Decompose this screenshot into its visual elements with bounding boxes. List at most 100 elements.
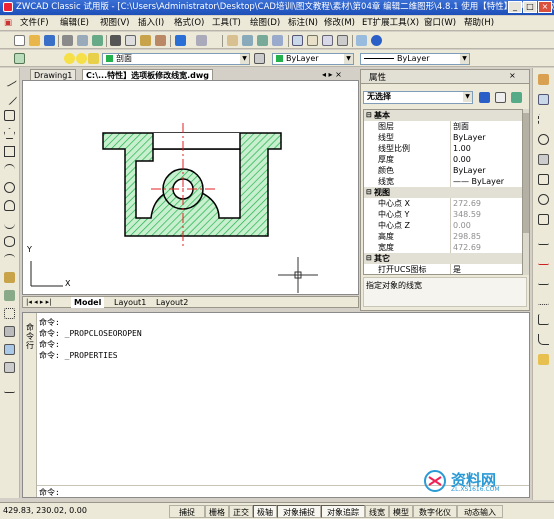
quick-select-icon[interactable]	[511, 92, 522, 103]
menu-dimension[interactable]: 标注(N)	[288, 17, 318, 30]
property-row[interactable]: 中心点 X 272.69	[364, 198, 522, 209]
select-objects-icon[interactable]	[495, 92, 506, 103]
line-icon[interactable]	[1, 71, 18, 88]
break-icon[interactable]	[538, 294, 549, 305]
cut-icon[interactable]	[110, 35, 121, 46]
property-row[interactable]: 中心点 Z 0.00	[364, 220, 522, 231]
new-icon[interactable]	[14, 35, 25, 46]
rectangle-icon[interactable]	[4, 146, 15, 157]
hatch-icon[interactable]	[4, 326, 15, 337]
fillet-icon[interactable]	[538, 334, 549, 345]
zoom-previous-icon[interactable]	[272, 35, 283, 46]
polygon-icon[interactable]	[4, 128, 15, 139]
menu-edit[interactable]: 编辑(E)	[60, 17, 89, 30]
maximize-icon[interactable]: □	[523, 1, 537, 13]
property-row[interactable]: 颜色 ByLayer	[364, 165, 522, 176]
polar-button[interactable]: 极轴	[253, 505, 277, 518]
osnap-button[interactable]: 对象捕捉	[277, 505, 321, 518]
chevron-down-icon[interactable]: ▼	[463, 92, 472, 102]
region-icon[interactable]	[4, 344, 15, 355]
pan-icon[interactable]	[227, 35, 238, 46]
array-icon[interactable]	[538, 154, 549, 165]
property-scrollbar[interactable]	[523, 109, 529, 275]
property-value[interactable]: ByLayer	[450, 132, 522, 143]
arc-icon[interactable]	[4, 164, 15, 175]
tab-layout1[interactable]: Layout1	[111, 297, 149, 308]
design-center-icon[interactable]	[307, 35, 318, 46]
snap-button[interactable]: 捕捉	[169, 505, 205, 518]
menu-modify[interactable]: 修改(M)	[324, 17, 355, 30]
menu-et-tools[interactable]: ET扩展工具(X)	[362, 17, 419, 30]
menu-view[interactable]: 视图(V)	[100, 17, 129, 30]
property-row[interactable]: 厚度 0.00	[364, 154, 522, 165]
lineweight-button[interactable]: 线宽	[365, 505, 389, 518]
tablet-button[interactable]: 数字化仪	[413, 505, 457, 518]
insert-block-icon[interactable]	[4, 272, 15, 283]
chevron-down-icon[interactable]: ▼	[240, 54, 249, 64]
spline-icon[interactable]	[4, 218, 15, 229]
menu-window[interactable]: 窗口(W)	[424, 17, 456, 30]
tab-layout2[interactable]: Layout2	[153, 297, 191, 308]
scale-icon[interactable]	[538, 214, 549, 225]
property-row[interactable]: 宽度 472.69	[364, 242, 522, 253]
property-category[interactable]: ⊟ 基本	[364, 110, 522, 121]
palette-close-icon[interactable]: ×	[509, 71, 516, 80]
zoom-realtime-icon[interactable]	[242, 35, 253, 46]
construction-line-icon[interactable]	[1, 89, 18, 106]
property-value[interactable]: 1.00	[450, 143, 522, 154]
command-window-grip[interactable]: 命令行	[23, 313, 37, 497]
menu-help[interactable]: 帮助(H)	[464, 17, 494, 30]
property-row[interactable]: 线宽 —— ByLayer	[364, 176, 522, 187]
property-value[interactable]: 298.85	[450, 231, 522, 242]
property-value[interactable]: 272.69	[450, 198, 522, 209]
dynamic-input-button[interactable]: 动态输入	[457, 505, 503, 518]
layer-manager-icon[interactable]	[14, 53, 25, 64]
close-icon[interactable]: ×	[538, 1, 552, 13]
toggle-pickadd-icon[interactable]	[479, 92, 490, 103]
match-properties-icon[interactable]	[155, 35, 166, 46]
tab-scroll-arrows[interactable]: ◂ ▸ ×	[322, 70, 342, 79]
publish-icon[interactable]	[92, 35, 103, 46]
chevron-down-icon[interactable]: ▼	[460, 54, 469, 64]
help-icon[interactable]	[371, 35, 382, 46]
make-block-icon[interactable]	[4, 290, 15, 301]
menu-insert[interactable]: 插入(I)	[138, 17, 164, 30]
extend-icon[interactable]	[538, 274, 549, 285]
collapse-icon[interactable]: ⊟	[366, 253, 372, 264]
tab-model[interactable]: Model	[71, 297, 105, 308]
property-value[interactable]: 472.69	[450, 242, 522, 253]
property-value[interactable]: —— ByLayer	[450, 176, 522, 187]
property-category[interactable]: ⊟ 视图	[364, 187, 522, 198]
revision-cloud-icon[interactable]	[4, 200, 15, 211]
mirror-icon[interactable]	[538, 114, 549, 125]
print-preview-icon[interactable]	[77, 35, 88, 46]
doc-menu-icon[interactable]: ▣	[4, 17, 12, 30]
property-row[interactable]: 打开UCS图标 是	[364, 264, 522, 274]
color-combo[interactable]: ByLayer ▼	[272, 53, 354, 65]
stretch-icon[interactable]	[538, 234, 549, 245]
copy-icon[interactable]	[125, 35, 136, 46]
model-button[interactable]: 模型	[389, 505, 413, 518]
property-value[interactable]: ByLayer	[450, 165, 522, 176]
linetype-combo[interactable]: ByLayer ▼	[360, 53, 470, 65]
zoom-window-icon[interactable]	[257, 35, 268, 46]
ellipse-icon[interactable]	[4, 236, 15, 247]
polyline-icon[interactable]	[4, 110, 15, 121]
ellipse-arc-icon[interactable]	[4, 254, 15, 265]
undo-icon[interactable]	[175, 35, 186, 46]
calculator-icon[interactable]	[337, 35, 348, 46]
chamfer-icon[interactable]	[538, 314, 549, 325]
property-row[interactable]: 中心点 Y 348.59	[364, 209, 522, 220]
drawing-canvas[interactable]: Y X	[22, 80, 359, 295]
property-row[interactable]: 线型 ByLayer	[364, 132, 522, 143]
paste-icon[interactable]	[140, 35, 151, 46]
collapse-icon[interactable]: ⊟	[366, 110, 372, 121]
explode-icon[interactable]	[538, 354, 549, 365]
redo-icon[interactable]	[196, 35, 207, 46]
properties-icon[interactable]	[292, 35, 303, 46]
print-icon[interactable]	[62, 35, 73, 46]
menu-format[interactable]: 格式(O)	[174, 17, 204, 30]
multiline-text-icon[interactable]	[4, 382, 15, 393]
offset-icon[interactable]	[538, 134, 549, 145]
chevron-down-icon[interactable]: ▼	[344, 54, 353, 64]
